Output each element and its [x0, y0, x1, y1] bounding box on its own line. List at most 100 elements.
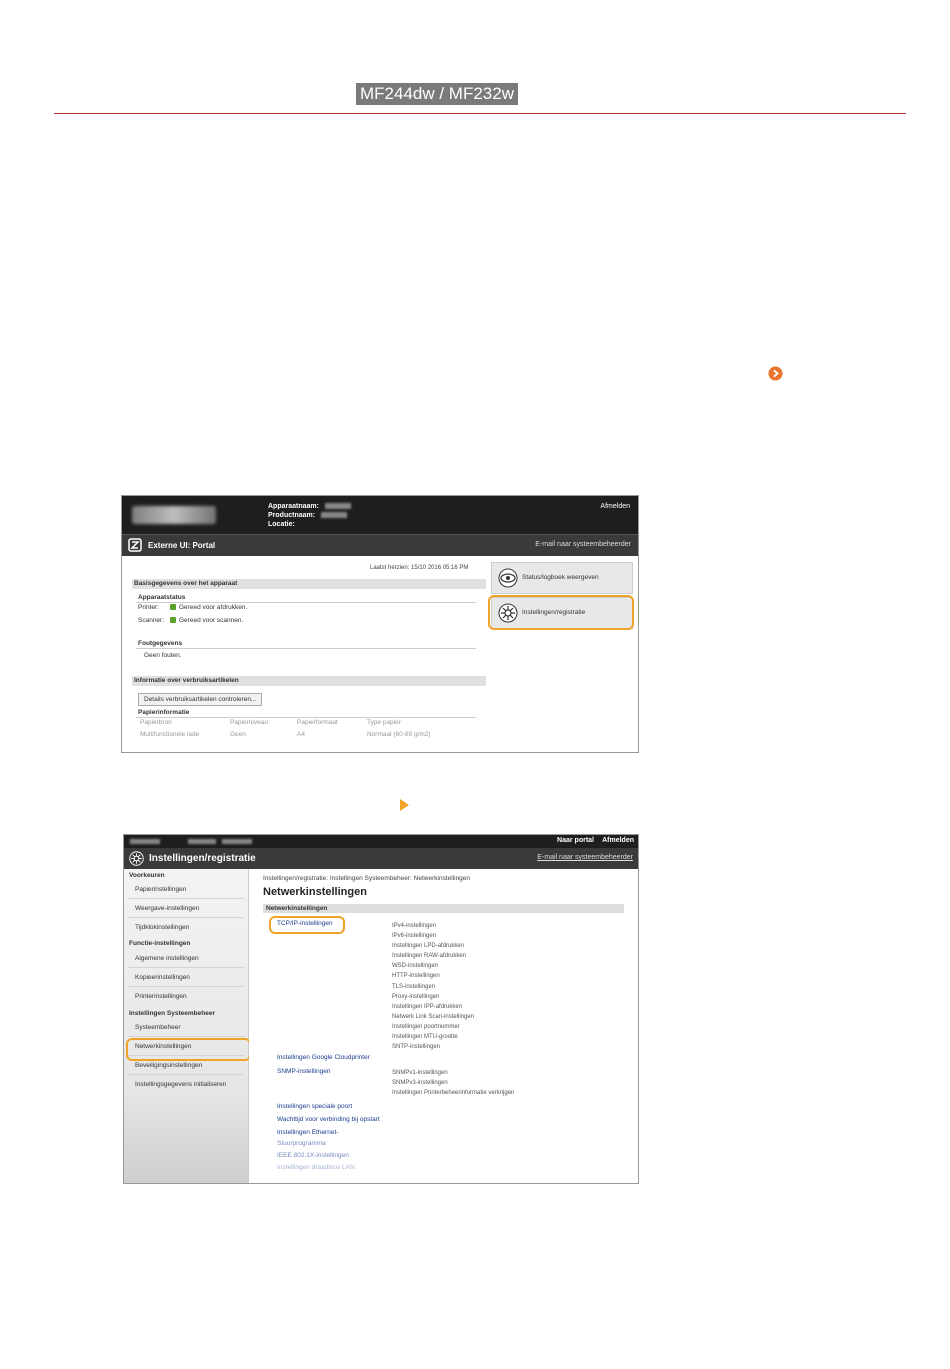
list-item: Instellingen RAW-afdrukken: [392, 953, 467, 960]
google-cloud-print-link[interactable]: Instellingen Google Cloudprinter: [277, 1054, 370, 1061]
highlight-settings-panel: [488, 595, 634, 630]
check-consumables-button[interactable]: Details verbruiksartikelen controleren..…: [138, 693, 263, 706]
divider: [128, 1074, 244, 1075]
paper-info-heading: Papierinformatie: [138, 709, 190, 716]
ethernet-settings-link[interactable]: Instellingen Ethernet-: [277, 1129, 338, 1136]
divider: [128, 898, 244, 899]
settings-title-bar: Instellingen/registratie E-mail naar sys…: [124, 848, 638, 869]
sidebar-item-paper[interactable]: Papierinstellingen: [135, 886, 186, 893]
list-item: Instellingen IPP-afdrukken: [392, 1003, 463, 1010]
sidebar-item-sysadmin[interactable]: Systeembeheer: [135, 1024, 181, 1031]
portal-title: Externe UI: Portal: [148, 541, 216, 550]
mail-admin-link[interactable]: E-mail naar systeembeheerder: [535, 541, 631, 548]
divider: [128, 917, 244, 918]
table-header-size: Papierformaat: [297, 719, 338, 726]
divider: [136, 717, 476, 718]
section-consumables: Informatie over verbruiksartikelen: [132, 676, 486, 686]
header-rule: [54, 113, 906, 114]
snmp-settings-link[interactable]: SNMP-instellingen: [277, 1068, 330, 1075]
table-cell: Normaal (60-89 g/m2): [367, 731, 431, 738]
driver-link[interactable]: Stuurprogramma: [277, 1140, 326, 1147]
sidebar-item-general[interactable]: Algemene instellingen: [135, 955, 199, 962]
location-label: Locatie:: [268, 521, 295, 528]
printer-label: Printer:: [138, 604, 159, 611]
divider: [136, 648, 476, 649]
settings-screenshot: Naar portal Afmelden Instellingen/regist…: [123, 834, 639, 1184]
portal-icon: [128, 538, 142, 552]
sidebar-item-display[interactable]: Weergave-instellingen: [135, 905, 199, 912]
ieee-8021x-link[interactable]: IEEE 802.1X-instellingen: [277, 1152, 349, 1159]
logout-link[interactable]: Afmelden: [600, 503, 630, 510]
last-updated: Laatst herzien: 15/10 2016 05:16 PM: [370, 565, 469, 571]
device-name-label: Apparaatnaam:: [268, 503, 319, 510]
error-info-heading: Foutgegevens: [138, 640, 183, 647]
page-title: Netwerkinstellingen: [263, 886, 367, 898]
settings-title: Instellingen/registratie: [149, 853, 256, 864]
dedicated-port-link[interactable]: Instellingen speciale poort: [277, 1103, 352, 1110]
portal-title-bar: Externe UI: Portal E-mail naar systeembe…: [122, 534, 638, 556]
breadcrumb: Instellingen/registratie: Instellingen S…: [263, 875, 471, 882]
printer-status: Gereed voor afdrukken.: [170, 604, 247, 611]
list-item: Proxy-instellingen: [392, 993, 440, 1000]
blurred-text: [188, 839, 216, 844]
table-header-level: Papierniveau: [230, 719, 268, 726]
wireless-lan-link[interactable]: Instellingen draadloos LAN: [277, 1164, 355, 1171]
list-item: SNMPv3-instellingen: [392, 1080, 448, 1087]
sidebar-category-function: Functie-instellingen: [129, 940, 191, 947]
sidebar-item-timer[interactable]: Tijdklokinstellingen: [135, 924, 189, 931]
highlight-network-item: [126, 1038, 251, 1061]
device-status-heading: Apparaatstatus: [138, 594, 186, 601]
tcpip-submenu: IPv4-instellingen IPv6-instellingen Inst…: [392, 921, 474, 1052]
settings-main: Instellingen/registratie: Instellingen S…: [249, 869, 638, 1183]
table-cell: A4: [297, 731, 305, 738]
list-item: Netwerk Link Scan-instellingen: [392, 1013, 475, 1020]
sidebar-item-initialize[interactable]: Instellingsgegevens initialiseren: [135, 1081, 226, 1088]
scanner-label: Scanner:: [138, 617, 165, 624]
startup-wait-link[interactable]: Wachttijd voor verbinding bij opstart: [277, 1116, 380, 1123]
divider: [136, 602, 476, 603]
table-cell: Multifunctionele lade: [140, 731, 200, 738]
portal-screenshot: Apparaatnaam: Productnaam: Locatie: Afme…: [121, 495, 639, 753]
play-triangle-icon: [400, 799, 409, 811]
table-header-source: Papierbron: [140, 719, 172, 726]
blurred-text: [222, 839, 252, 844]
eye-icon: [498, 568, 518, 588]
model-badge: MF244dw / MF232w: [356, 83, 518, 105]
status-ok-icon: [170, 617, 176, 624]
portal-top-bar: Apparaatnaam: Productnaam: Locatie: Afme…: [122, 496, 638, 534]
status-log-label: Status/logboek weergeven: [522, 574, 599, 581]
settings-top-bar: Naar portal Afmelden: [124, 835, 638, 848]
scanner-status: Gereed voor scannen.: [170, 617, 243, 624]
section-basic-info: Basisgegevens over het apparaat: [132, 579, 486, 589]
to-portal-link[interactable]: Naar portal: [557, 837, 594, 844]
mail-admin-link[interactable]: E-mail naar systeembeheerder: [537, 854, 633, 861]
logout-link[interactable]: Afmelden: [602, 837, 634, 844]
list-item: HTTP-instellingen: [392, 973, 440, 980]
divider: [128, 967, 244, 968]
next-step-icon[interactable]: [768, 366, 783, 381]
sidebar-category-system: Instellingen Systeembeheer: [129, 1010, 215, 1017]
sidebar-item-copy[interactable]: Kopieerinstellingen: [135, 974, 190, 981]
highlight-tcpip-link: [269, 916, 345, 934]
list-item: Instellingen Printerbeheerinformatie ver…: [392, 1090, 515, 1097]
sidebar-item-printer[interactable]: Printerinstellingen: [135, 993, 187, 1000]
settings-sidebar: Voorkeuren Papierinstellingen Weergave-i…: [124, 869, 249, 1183]
gear-icon: [129, 851, 144, 866]
divider: [128, 1036, 244, 1037]
section-header: Netwerkinstellingen: [263, 904, 624, 913]
portal-main: Laatst herzien: 15/10 2016 05:16 PM Basi…: [122, 556, 638, 752]
device-info: Apparaatnaam: Productnaam: Locatie:: [268, 502, 351, 529]
no-errors-text: Geen fouten.: [144, 652, 182, 659]
list-item: IPv4-instellingen: [392, 923, 437, 929]
blurred-text: [130, 839, 160, 844]
sidebar-item-security[interactable]: Beveiligingsinstellingen: [135, 1062, 202, 1069]
table-cell: Geen: [230, 731, 246, 738]
list-item: SNTP-instellingen: [392, 1044, 441, 1051]
list-item: IPv6-instellingen: [392, 933, 437, 940]
status-log-panel[interactable]: Status/logboek weergeven: [491, 562, 633, 594]
product-name-label: Productnaam:: [268, 512, 316, 519]
list-item: Instellingen poortnummer: [392, 1023, 460, 1030]
snmp-submenu: SNMPv1-instellingen SNMPv3-instellingen …: [392, 1068, 514, 1098]
list-item: TLS-instellingen: [392, 983, 436, 990]
brand-logo: [132, 506, 216, 524]
